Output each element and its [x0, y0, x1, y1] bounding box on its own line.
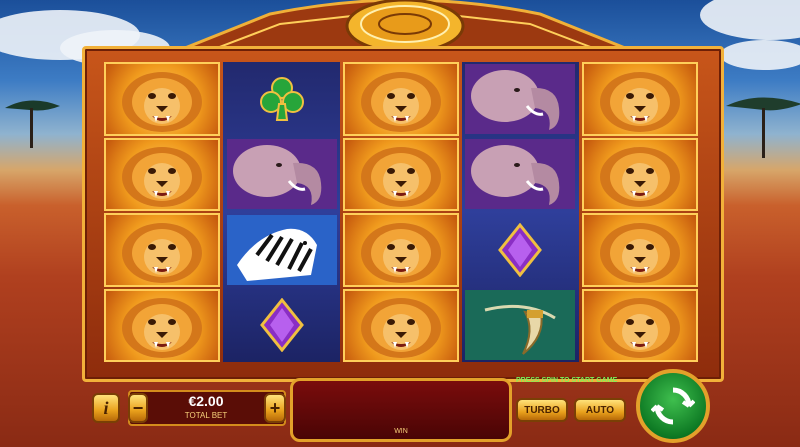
lion-symbol — [342, 288, 460, 362]
elephant-icon — [465, 63, 576, 134]
zebra-icon — [226, 214, 337, 285]
lion-symbol — [342, 137, 460, 211]
reel-2 — [223, 62, 340, 363]
diamond-icon — [259, 298, 304, 353]
lion-symbol — [581, 137, 699, 211]
lion-icon — [361, 147, 442, 208]
info-button[interactable]: i — [92, 393, 120, 423]
lion-symbol — [104, 213, 221, 287]
lion-symbol — [581, 288, 699, 362]
acacia-tree-icon — [5, 100, 60, 148]
bet-value: €2.00 — [188, 393, 224, 409]
win-caption: WIN — [394, 428, 408, 435]
spin-button[interactable] — [636, 369, 710, 443]
auto-button[interactable]: AUTO — [574, 398, 626, 422]
lion-symbol — [104, 288, 221, 362]
plus-icon: + — [269, 397, 281, 418]
info-icon: i — [103, 397, 109, 418]
elephant-symbol — [462, 138, 578, 212]
turbo-label: TURBO — [524, 404, 560, 416]
lion-symbol — [581, 62, 699, 136]
reel-5 — [581, 62, 699, 362]
elephant-icon — [226, 139, 337, 210]
reel-1 — [104, 62, 221, 362]
club-symbol — [223, 62, 339, 136]
lion-symbol — [342, 62, 460, 136]
turbo-button[interactable]: TURBO — [516, 398, 568, 422]
cloud — [700, 0, 800, 40]
reel-3 — [342, 62, 460, 362]
tusk-icon — [465, 290, 576, 361]
lion-symbol — [342, 213, 460, 287]
minus-icon: − — [132, 397, 144, 418]
increase-bet-button[interactable]: + — [264, 393, 286, 423]
diamond-symbol — [462, 213, 578, 287]
lion-icon — [122, 71, 203, 132]
lion-icon — [361, 222, 442, 283]
elephant-symbol — [462, 62, 578, 136]
spin-arrows-icon — [651, 387, 695, 425]
game-scene: i − + €2.00 TOTAL BET WIN PRESS SPIN TO … — [0, 0, 800, 447]
zebra-symbol — [223, 213, 339, 287]
club-icon — [259, 76, 304, 121]
decrease-bet-button[interactable]: − — [128, 393, 148, 423]
lion-icon — [599, 222, 680, 283]
lion-icon — [361, 71, 442, 132]
lion-symbol — [104, 137, 221, 211]
lion-icon — [599, 298, 680, 359]
elephant-symbol — [223, 138, 339, 212]
elephant-icon — [465, 139, 576, 210]
bet-caption: TOTAL BET — [184, 411, 228, 420]
lion-icon — [122, 147, 203, 208]
cloud — [720, 40, 800, 70]
tusk-symbol — [462, 289, 578, 363]
start-prompt: PRESS SPIN TO START GAME — [516, 377, 618, 384]
reels — [104, 62, 699, 363]
reel-4 — [462, 62, 579, 363]
lion-symbol — [104, 62, 221, 136]
lion-icon — [122, 298, 203, 359]
lion-icon — [599, 147, 680, 208]
lion-icon — [599, 71, 680, 132]
lion-symbol — [581, 213, 699, 287]
lion-icon — [361, 298, 442, 359]
diamond-symbol — [223, 289, 339, 363]
lion-icon — [122, 222, 203, 283]
acacia-tree-icon — [726, 97, 800, 158]
auto-label: AUTO — [585, 404, 615, 416]
diamond-icon — [498, 222, 543, 277]
